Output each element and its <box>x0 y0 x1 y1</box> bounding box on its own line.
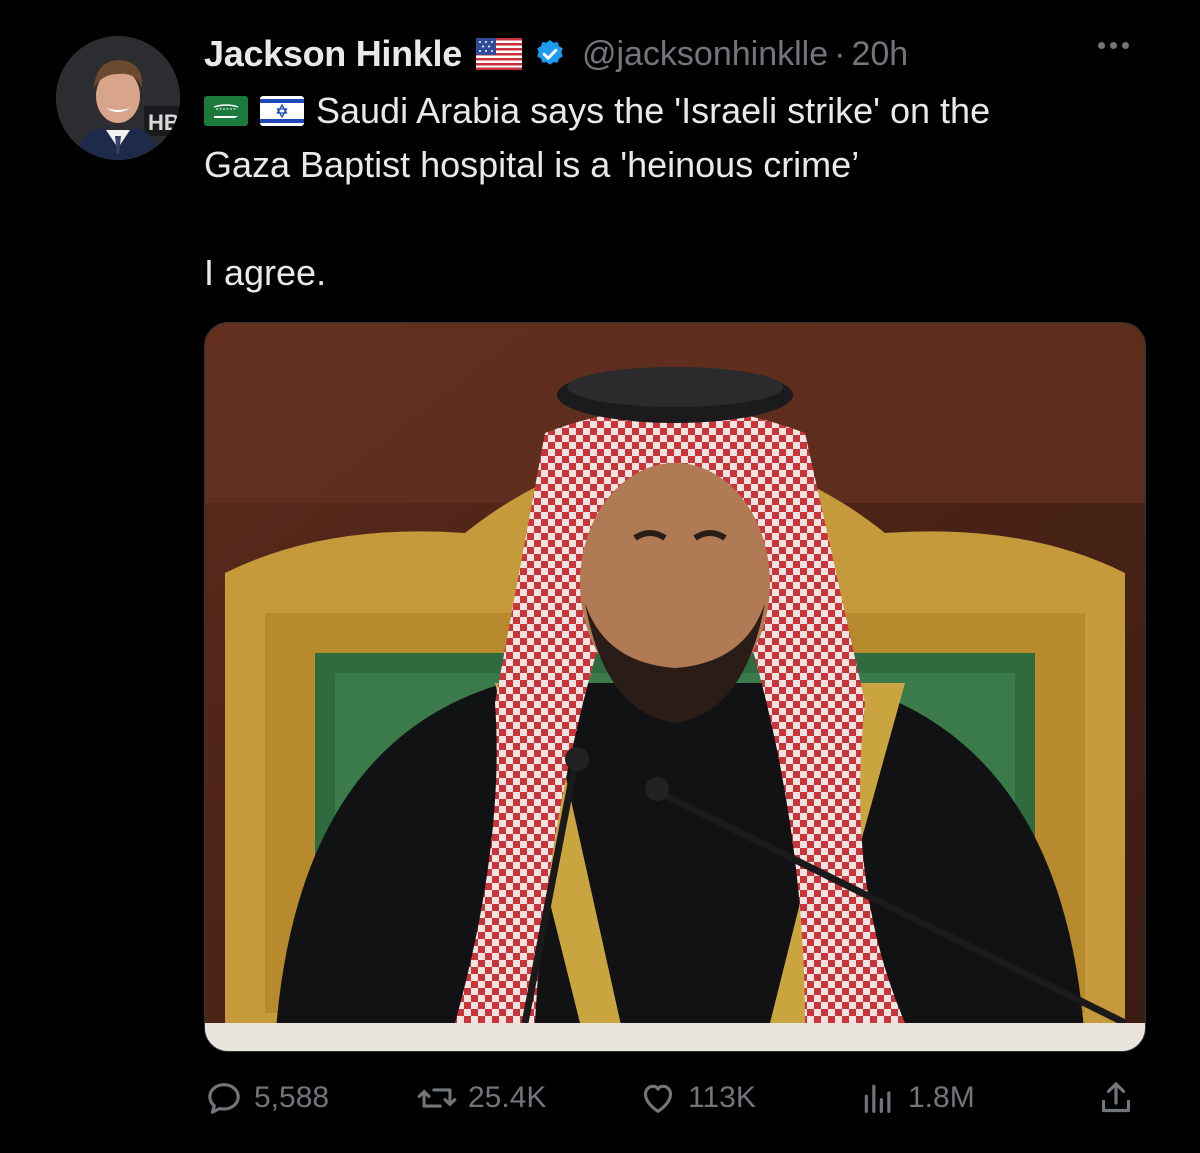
author-avatar[interactable]: HB <box>56 36 180 160</box>
verified-badge-icon[interactable] <box>534 38 566 70</box>
heart-icon <box>638 1078 678 1118</box>
repost-icon <box>416 1078 458 1118</box>
reply-icon <box>204 1078 244 1118</box>
like-count: 113K <box>688 1081 756 1114</box>
share-icon <box>1096 1078 1136 1118</box>
tweet-action-bar: 5,588 25.4K 113K 1.8M <box>204 1070 1144 1126</box>
tweet-media-image[interactable] <box>204 322 1146 1052</box>
header-separator: · <box>834 34 846 73</box>
reply-button[interactable]: 5,588 <box>204 1070 329 1126</box>
saudi-arabia-flag-icon <box>204 96 248 126</box>
usa-flag-icon <box>475 38 522 70</box>
tweet-text-line-1: Saudi Arabia says the 'Israeli strike' o… <box>316 90 991 131</box>
tweet-text-line-3: I agree. <box>204 252 327 293</box>
tweet-timestamp[interactable]: 20h <box>851 35 908 74</box>
tweet-text-line-2: Gaza Baptist hospital is a 'heinous crim… <box>204 144 860 185</box>
photo-illustration <box>205 323 1145 1051</box>
more-options-icon[interactable] <box>1098 42 1129 49</box>
author-handle[interactable]: @jacksonhinklle <box>582 35 828 74</box>
tweet-body: Saudi Arabia says the 'Israeli strike' o… <box>204 84 1164 300</box>
like-button[interactable]: 113K <box>638 1070 756 1126</box>
view-count: 1.8M <box>908 1081 975 1114</box>
author-name[interactable]: Jackson Hinkle <box>204 33 462 75</box>
repost-button[interactable]: 25.4K <box>416 1070 546 1126</box>
views-button[interactable]: 1.8M <box>858 1070 975 1126</box>
avatar-photo: HB <box>56 36 180 160</box>
tweet-header: Jackson Hinkle @jacksonhinklle · 20h <box>204 30 1164 78</box>
repost-count: 25.4K <box>468 1081 547 1114</box>
reply-count: 5,588 <box>254 1081 330 1114</box>
israel-flag-icon <box>260 96 304 126</box>
avatar-logo-text: HB <box>148 110 180 135</box>
analytics-icon <box>858 1078 898 1118</box>
share-button[interactable] <box>1096 1070 1146 1126</box>
